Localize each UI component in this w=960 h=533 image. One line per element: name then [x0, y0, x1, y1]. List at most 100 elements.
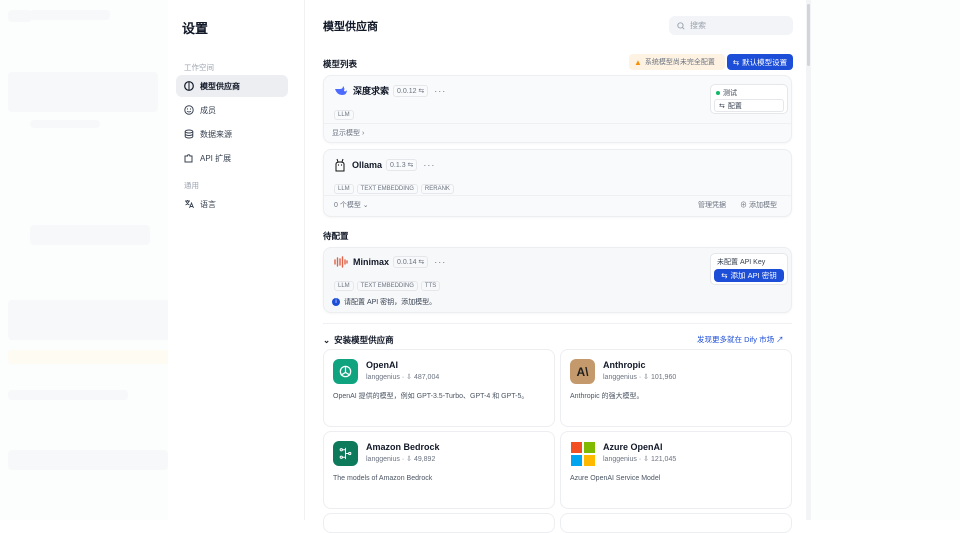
group-general-label: 通用	[184, 181, 199, 190]
search-input[interactable]: 搜索	[669, 16, 793, 35]
credential-box: 未配置 API Key ⇆ 添加 API 密钥	[710, 253, 788, 285]
model-provider-panel: 模型供应商 搜索 模型列表 ▲ 系统模型尚未完全配置 ⇆ 默认模型设置 深度求索 …	[304, 0, 808, 533]
install-card-anthropic[interactable]: A\ Anthropic langgenius · ⇩ 101,960 Anth…	[560, 349, 792, 427]
info-icon: i	[332, 298, 340, 306]
provider-card-ollama: Ollama 0.1.3 ⇆ ··· LLM TEXT EMBEDDING RERA…	[323, 149, 792, 217]
settings-title: 设置	[182, 21, 209, 36]
tag-text-embedding: TEXT EMBEDDING	[356, 281, 418, 291]
tag-tts: TTS	[420, 281, 441, 291]
status-text: 测试	[723, 90, 737, 97]
version-text: 0.0.14	[397, 259, 417, 266]
install-card-partial[interactable]	[323, 513, 555, 533]
more-icon[interactable]: ···	[434, 257, 446, 267]
bedrock-icon	[333, 441, 358, 466]
provider-name: Ollama	[352, 160, 383, 170]
more-icon[interactable]: ···	[434, 86, 446, 96]
nav-language[interactable]: 语言	[176, 193, 288, 215]
button-label: 添加模型	[748, 202, 777, 209]
download-icon: ⇩	[643, 456, 649, 463]
download-count: 487,004	[413, 374, 440, 381]
model-count: 0 个模型	[334, 202, 361, 209]
manage-credentials-button[interactable]: 管理凭据	[698, 200, 726, 210]
provider-description: The models of Amazon Bedrock	[333, 475, 433, 482]
version-text: 0.1.3	[390, 162, 406, 169]
config-notice: i 请配置 API 密钥，添加模型。	[332, 297, 436, 307]
tag-llm: LLM	[334, 110, 354, 120]
status-dot-icon	[716, 91, 720, 95]
warning-icon: ▲	[634, 57, 642, 67]
scrollbar-thumb[interactable]	[807, 4, 810, 66]
openai-icon	[333, 359, 358, 384]
provider-meta: langgenius · ⇩ 487,004	[366, 374, 440, 381]
download-count: 49,892	[413, 456, 436, 463]
install-card-openai[interactable]: OpenAI langgenius · ⇩ 487,004 OpenAI 提供的…	[323, 349, 555, 427]
download-count: 101,960	[650, 374, 677, 381]
deepseek-icon	[335, 85, 347, 95]
author: langgenius	[603, 456, 637, 463]
provider-card-deepseek: 深度求索 0.0.12 ⇆ ··· LLM 测试 ⇆ 配置 显示模型 ›	[323, 75, 792, 143]
provider-description: OpenAI 提供的模型，例如 GPT-3.5-Turbo、GPT-4 和 GP…	[333, 393, 529, 400]
nav-model-provider[interactable]: 模型供应商	[176, 75, 288, 97]
provider-card-minimax: Minimax 0.0.14 ⇆ ··· LLM TEXT EMBEDDING TT…	[323, 247, 792, 313]
translate-icon	[185, 200, 194, 209]
credential-box: 测试 ⇆ 配置	[710, 84, 788, 114]
install-card-partial[interactable]	[560, 513, 792, 533]
search-placeholder: 搜索	[690, 21, 706, 30]
default-model-settings-button[interactable]: ⇆ 默认模型设置	[727, 54, 793, 70]
warning-text: 系统模型尚未完全配置	[644, 59, 715, 66]
download-icon: ⇩	[643, 374, 649, 381]
provider-meta: langgenius · ⇩ 49,892	[366, 456, 436, 463]
notice-text: 请配置 API 密钥，添加模型。	[344, 299, 437, 306]
author: langgenius	[366, 374, 400, 381]
link-text: 显示模型	[332, 130, 360, 137]
api-key-status: 未配置 API Key	[717, 259, 766, 266]
more-icon[interactable]: ···	[423, 160, 435, 170]
nav-members[interactable]: 成员	[176, 99, 288, 121]
version-badge: 0.0.12 ⇆	[393, 84, 429, 97]
download-count: 121,045	[650, 456, 677, 463]
button-label: 配置	[727, 102, 742, 110]
pending-label: 待配置	[323, 231, 349, 241]
author: langgenius	[603, 374, 637, 381]
provider-name: Azure OpenAI	[603, 442, 663, 452]
search-icon	[677, 21, 685, 30]
download-icon: ⇩	[406, 374, 412, 381]
add-model-button[interactable]: ⊕ 添加模型	[740, 200, 777, 210]
nav-data-source[interactable]: 数据来源	[176, 123, 288, 145]
model-count-toggle[interactable]: 0 个模型 ⌄	[334, 200, 369, 210]
install-card-bedrock[interactable]: Amazon Bedrock langgenius · ⇩ 49,892 The…	[323, 431, 555, 509]
tag-llm: LLM	[334, 184, 354, 194]
nav-api-extension[interactable]: API 扩展	[176, 147, 288, 169]
config-button[interactable]: ⇆ 配置	[714, 99, 784, 112]
anthropic-icon: A\	[570, 359, 595, 384]
marketplace-link[interactable]: 发现更多就在 Dify 市场 ↗	[697, 334, 784, 345]
smile-icon	[184, 105, 194, 115]
ollama-icon	[335, 158, 345, 172]
section-label: 安装模型供应商	[334, 335, 394, 345]
nav-label: 成员	[200, 105, 216, 115]
button-label: 默认模型设置	[742, 57, 788, 67]
settings-icon: ⇆	[721, 271, 728, 280]
show-models-link[interactable]: 显示模型 ›	[332, 128, 364, 138]
provider-name: Anthropic	[603, 360, 646, 370]
plus-icon: ⊕	[740, 202, 747, 209]
status-indicator: 测试	[716, 88, 737, 98]
page-title: 模型供应商	[323, 21, 378, 33]
chevron-down-icon: ⌄	[323, 334, 331, 345]
azure-icon	[570, 441, 595, 466]
provider-name: OpenAI	[366, 360, 399, 370]
nav-label: 数据来源	[200, 129, 232, 139]
install-card-azure[interactable]: Azure OpenAI langgenius · ⇩ 121,045 Azur…	[560, 431, 792, 509]
minimax-icon	[334, 256, 348, 268]
add-api-key-button[interactable]: ⇆ 添加 API 密钥	[714, 269, 784, 282]
scrollbar[interactable]	[806, 0, 811, 520]
version-badge: 0.1.3 ⇆	[386, 159, 418, 171]
settings-sidebar: 设置 工作空间 模型供应商 成员 数据来源 API 扩展 通用 语言	[168, 0, 304, 520]
download-icon: ⇩	[406, 456, 412, 463]
provider-meta: langgenius · ⇩ 101,960	[603, 374, 677, 381]
provider-name: Minimax	[353, 257, 390, 267]
nav-label: 语言	[200, 199, 216, 209]
install-section-toggle[interactable]: ⌄ 安装模型供应商	[323, 334, 394, 346]
system-model-warning: ▲ 系统模型尚未完全配置	[629, 54, 725, 70]
database-icon	[184, 129, 194, 139]
